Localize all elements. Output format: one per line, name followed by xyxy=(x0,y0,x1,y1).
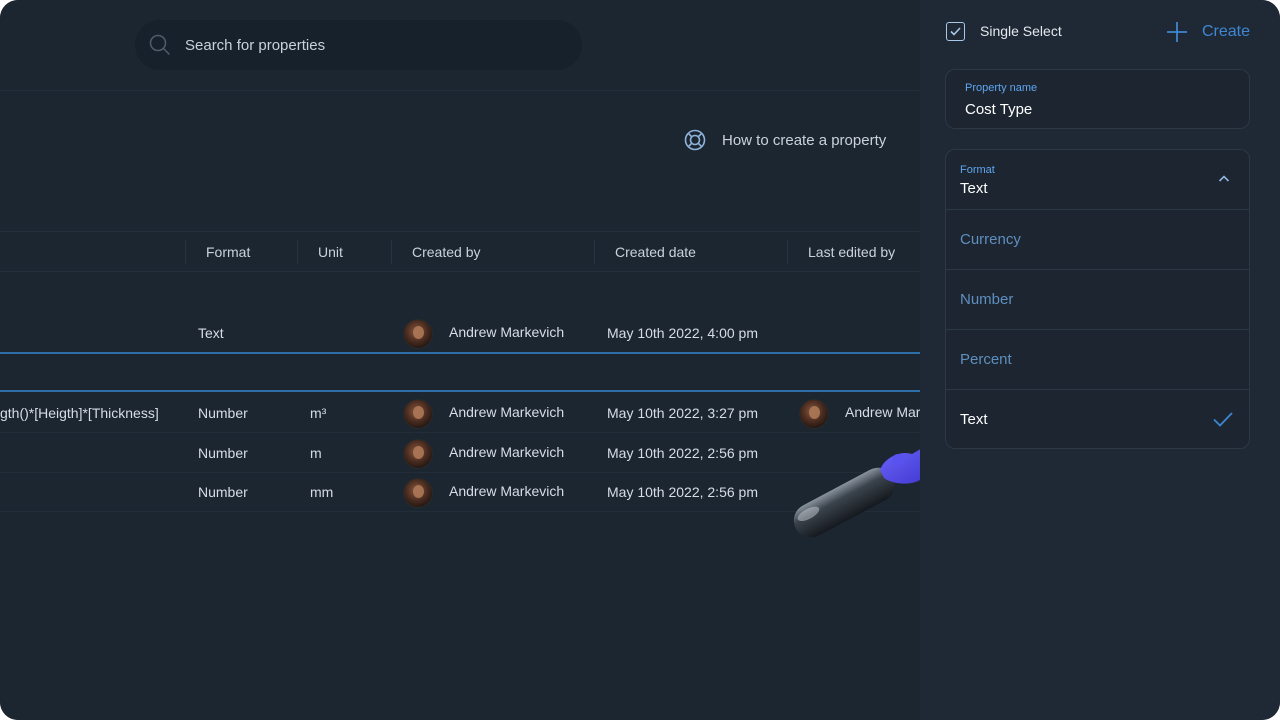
format-option-currency[interactable]: Currency xyxy=(946,210,1249,270)
column-separator xyxy=(297,240,298,264)
option-label: Text xyxy=(960,411,988,428)
format-value: Text xyxy=(960,180,988,197)
lifebuoy-icon xyxy=(684,129,706,151)
single-select-label: Single Select xyxy=(980,23,1062,39)
cell-created-by: Andrew Markevich xyxy=(449,444,565,460)
table-row[interactable]: Text Andrew Markevich May 10th 2022, 4:0… xyxy=(0,313,920,353)
avatar xyxy=(799,399,829,429)
column-header-format[interactable]: Format xyxy=(206,232,250,271)
plus-icon xyxy=(1167,22,1187,42)
property-name-label: Property name xyxy=(965,82,1038,94)
create-button[interactable]: Create xyxy=(1166,20,1250,44)
help-link-label: How to create a property xyxy=(722,131,887,149)
search-bar[interactable] xyxy=(135,20,582,70)
cell-created-date: May 10th 2022, 2:56 pm xyxy=(607,484,758,500)
cell-unit: m xyxy=(310,445,322,461)
cell-created-by: Andrew Markevich xyxy=(449,404,565,420)
cell-format: Text xyxy=(198,325,224,341)
group-row xyxy=(0,354,920,394)
cell-created-date: May 10th 2022, 2:56 pm xyxy=(607,445,758,461)
properties-main: How to create a property Format Unit Cre… xyxy=(0,0,943,720)
table-row[interactable]: Number mm Andrew Markevich May 10th 2022… xyxy=(0,472,920,512)
option-label: Percent xyxy=(960,351,1012,368)
format-option-text[interactable]: Text xyxy=(946,390,1249,448)
cell-last-edited-by: Andrew Mar xyxy=(845,404,921,420)
table-header: Format Unit Created by Created date Last… xyxy=(0,231,920,272)
table-row[interactable]: gth()*[Heigth]*[Thickness] Number m³ And… xyxy=(0,393,920,433)
column-header-created-by[interactable]: Created by xyxy=(412,232,480,271)
selection-line xyxy=(0,390,920,392)
option-label: Currency xyxy=(960,231,1021,248)
cell-created-date: May 10th 2022, 4:00 pm xyxy=(607,325,758,341)
cell-unit: mm xyxy=(310,484,334,500)
cell-name: gth()*[Heigth]*[Thickness] xyxy=(0,405,159,421)
search-input[interactable] xyxy=(185,20,565,70)
avatar xyxy=(403,399,433,429)
create-property-panel: Single Select Create Property name Cost … xyxy=(920,0,1280,720)
cell-created-by: Andrew Markevich xyxy=(449,483,565,499)
format-option-percent[interactable]: Percent xyxy=(946,330,1249,390)
cell-format: Number xyxy=(198,484,248,500)
column-separator xyxy=(594,240,595,264)
header-divider xyxy=(0,90,920,91)
format-label: Format xyxy=(960,164,995,176)
column-separator xyxy=(787,240,788,264)
cell-created-by: Andrew Markevich xyxy=(449,324,565,340)
property-name-value[interactable]: Cost Type xyxy=(965,101,1032,118)
cell-created-date: May 10th 2022, 3:27 pm xyxy=(607,405,758,421)
chevron-up-icon xyxy=(1218,175,1230,182)
column-header-created-date[interactable]: Created date xyxy=(615,232,696,271)
avatar xyxy=(403,478,433,508)
how-to-create-property-link[interactable]: How to create a property xyxy=(683,126,886,154)
option-label: Number xyxy=(960,291,1014,308)
cell-format: Number xyxy=(198,445,248,461)
checkbox-check-icon xyxy=(950,27,961,36)
single-select-checkbox[interactable] xyxy=(946,22,965,41)
column-separator xyxy=(391,240,392,264)
checkmark-icon xyxy=(1213,412,1233,427)
avatar xyxy=(403,319,433,349)
create-button-label: Create xyxy=(1202,23,1251,40)
table-row[interactable]: Number m Andrew Markevich May 10th 2022,… xyxy=(0,433,920,473)
app-window: How to create a property Format Unit Cre… xyxy=(0,0,1280,720)
group-row xyxy=(0,272,920,312)
cell-format: Number xyxy=(198,405,248,421)
search-icon xyxy=(149,34,170,55)
format-select[interactable]: Format Text xyxy=(946,150,1249,210)
format-option-number[interactable]: Number xyxy=(946,270,1249,330)
column-header-unit[interactable]: Unit xyxy=(318,232,343,271)
column-separator xyxy=(185,240,186,264)
format-dropdown: Format Text Currency Number Percent Text xyxy=(945,149,1250,449)
column-header-last-edited-by[interactable]: Last edited by xyxy=(808,232,895,271)
cell-unit: m³ xyxy=(310,405,327,421)
property-name-field[interactable]: Property name Cost Type xyxy=(945,69,1250,129)
avatar xyxy=(403,439,433,469)
